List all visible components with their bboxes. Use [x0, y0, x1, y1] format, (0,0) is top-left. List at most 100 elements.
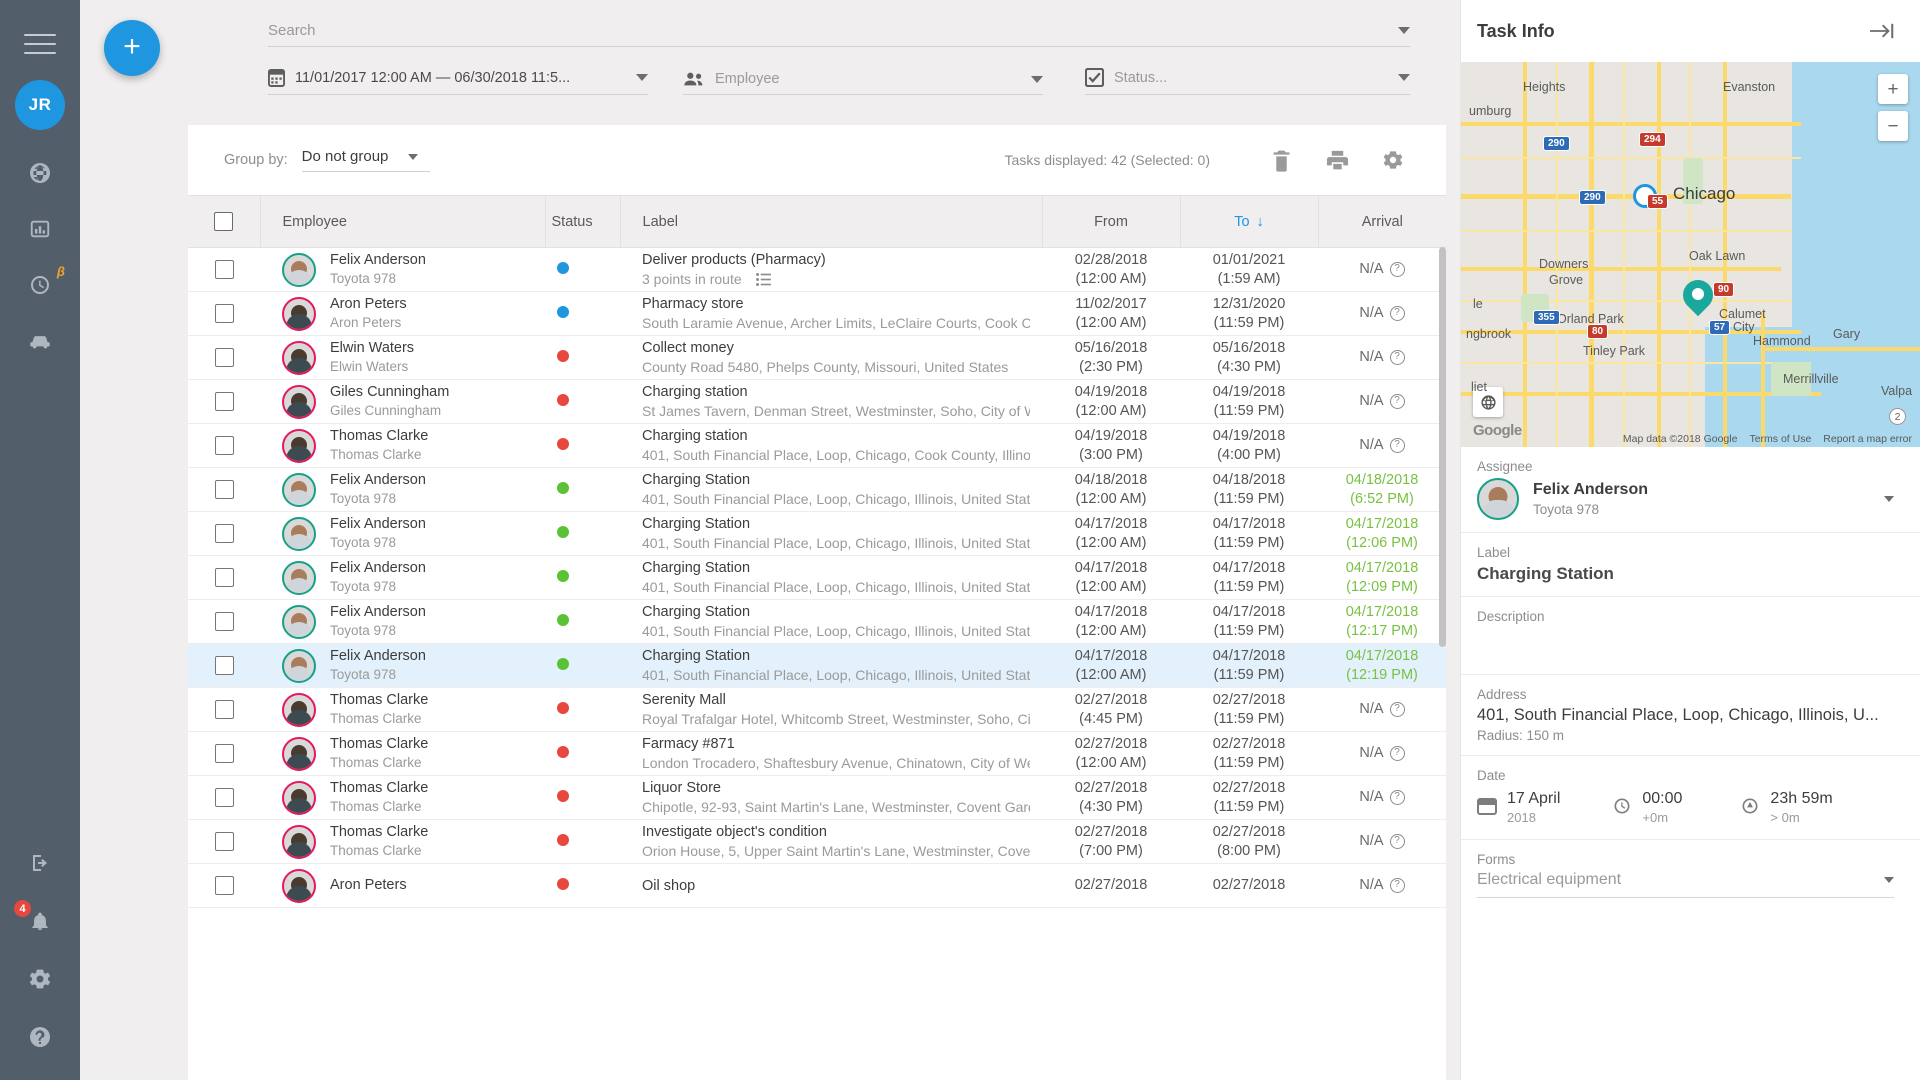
help-icon[interactable]: ? — [1389, 745, 1405, 761]
row-checkbox[interactable] — [214, 568, 234, 587]
help-icon[interactable]: ? — [1389, 833, 1405, 849]
add-task-button[interactable]: + — [104, 20, 160, 76]
row-checkbox[interactable] — [214, 832, 234, 851]
help-icon[interactable]: ? — [1389, 349, 1405, 365]
chevron-down-icon[interactable] — [1031, 75, 1043, 83]
help-icon[interactable]: ? — [1389, 393, 1405, 409]
column-header-arrival[interactable]: Arrival — [1318, 195, 1446, 248]
employee-filter[interactable]: Employee — [683, 71, 1043, 95]
table-row[interactable]: Thomas Clarke Thomas Clarke Liquor Store Ch… — [188, 775, 1446, 820]
row-checkbox[interactable] — [214, 348, 234, 367]
row-checkbox[interactable] — [214, 392, 234, 411]
table-row[interactable]: Felix Anderson Toyota 978 Charging Station… — [188, 599, 1446, 644]
table-row[interactable]: Felix Anderson Toyota 978 Deliver products… — [188, 247, 1446, 292]
table-row[interactable]: Elwin Waters Elwin Waters Collect money Cou… — [188, 335, 1446, 380]
map-zoom-out-button[interactable]: − — [1878, 111, 1908, 141]
table-row[interactable]: Giles Cunningham Giles Cunningham Charging… — [188, 379, 1446, 424]
table-row[interactable]: Aron Peters Aron Peters Pharmacy store Sout… — [188, 291, 1446, 336]
avatar[interactable]: JR — [15, 80, 65, 130]
scrollbar-thumb[interactable] — [1439, 247, 1446, 647]
row-checkbox[interactable] — [214, 612, 234, 631]
to-cell: 12/31/2020 (11:59 PM) — [1180, 291, 1318, 336]
task-map[interactable]: + − Google 2 Map data ©2018 Google Terms… — [1461, 62, 1920, 447]
search-field[interactable] — [268, 22, 1410, 47]
row-checkbox[interactable] — [214, 876, 234, 895]
bell-icon[interactable]: 4 — [14, 900, 57, 938]
column-header-status[interactable]: Status — [545, 195, 621, 248]
table-scrollbar[interactable] — [1439, 247, 1446, 1080]
route-points-icon[interactable] — [755, 273, 771, 286]
gear-icon[interactable] — [23, 962, 57, 996]
table-row[interactable]: Felix Anderson Toyota 978 Charging Station… — [188, 643, 1446, 688]
description-field[interactable]: Description — [1461, 597, 1920, 675]
help-icon[interactable]: ? — [1389, 701, 1405, 717]
chevron-down-icon[interactable] — [1884, 496, 1894, 502]
label-field[interactable]: Label Charging Station — [1461, 533, 1920, 597]
column-header-employee[interactable]: Employee — [260, 195, 546, 248]
date-day: 17 April — [1507, 790, 1561, 807]
collapse-right-icon[interactable] — [1870, 22, 1894, 40]
map-road — [1461, 122, 1801, 126]
help-icon[interactable]: ? — [1389, 261, 1405, 277]
help-icon[interactable]: ? — [1389, 789, 1405, 805]
search-input[interactable] — [268, 22, 1398, 39]
row-checkbox[interactable] — [214, 436, 234, 455]
table-row[interactable]: Felix Anderson Toyota 978 Charging Station… — [188, 511, 1446, 556]
table-row[interactable]: Thomas Clarke Thomas Clarke Investigate ob… — [188, 819, 1446, 864]
date-range-filter[interactable]: 11/01/2017 12:00 AM — 06/30/2018 11:5... — [268, 68, 648, 95]
row-checkbox[interactable] — [214, 656, 234, 675]
forms-field[interactable]: Forms Electrical equipment — [1461, 840, 1920, 910]
date-field[interactable]: Date 17 April 2018 00:00 +0m 23h 59m > 0… — [1461, 756, 1920, 840]
print-button[interactable] — [1320, 143, 1354, 177]
table-row[interactable]: Felix Anderson Toyota 978 Charging Station… — [188, 555, 1446, 600]
table-row[interactable]: Aron Peters Oil shop 02/27/2018 02/27/2018 N… — [188, 863, 1446, 908]
globe-icon[interactable] — [23, 156, 57, 190]
help-icon[interactable]: ? — [1389, 305, 1405, 321]
table-row[interactable]: Thomas Clarke Thomas Clarke Charging stati… — [188, 423, 1446, 468]
row-checkbox[interactable] — [214, 480, 234, 499]
address-radius: Radius: 150 m — [1477, 728, 1565, 743]
map-report-link[interactable]: Report a map error — [1823, 433, 1912, 445]
map-info-badge[interactable]: 2 — [1889, 408, 1906, 425]
help-icon[interactable] — [23, 1020, 57, 1054]
column-header-label[interactable]: Label — [620, 195, 1043, 248]
chevron-down-icon[interactable] — [1398, 74, 1410, 81]
row-checkbox[interactable] — [214, 304, 234, 323]
car-icon[interactable] — [23, 324, 57, 358]
logout-icon[interactable] — [23, 846, 57, 880]
task-info-panel: Task Info + − Google 2 Map data ©2018 Go… — [1460, 0, 1920, 1080]
chevron-down-icon[interactable] — [636, 74, 648, 81]
select-all-checkbox[interactable] — [214, 212, 234, 231]
status-filter[interactable]: Status... — [1085, 68, 1410, 95]
table-row[interactable]: Thomas Clarke Thomas Clarke Farmacy #871 Lo… — [188, 731, 1446, 776]
column-header-from[interactable]: From — [1042, 195, 1181, 248]
table-row[interactable]: Felix Anderson Toyota 978 Charging Station… — [188, 467, 1446, 512]
forms-select[interactable]: Electrical equipment — [1477, 871, 1894, 898]
task-sublabel: 401, South Financial Place, Loop, Chicag… — [642, 446, 1030, 463]
table-settings-button[interactable] — [1376, 143, 1410, 177]
chevron-down-icon[interactable] — [1398, 27, 1410, 34]
table-row[interactable]: Thomas Clarke Thomas Clarke Serenity Mall R… — [188, 687, 1446, 732]
hamburger-icon[interactable] — [24, 34, 56, 54]
assignee-field[interactable]: Assignee Felix Anderson Toyota 978 — [1461, 447, 1920, 533]
clock-icon[interactable]: β — [23, 264, 65, 302]
time-offset: +0m — [1642, 809, 1669, 825]
row-checkbox[interactable] — [214, 700, 234, 719]
map-zoom-in-button[interactable]: + — [1878, 74, 1908, 104]
row-select-cell — [188, 423, 260, 468]
help-icon[interactable]: ? — [1389, 877, 1405, 893]
group-by-select[interactable]: Do not group — [301, 148, 430, 172]
map-terms-link[interactable]: Terms of Use — [1749, 433, 1811, 445]
map-task-pin[interactable] — [1676, 273, 1720, 320]
help-icon[interactable]: ? — [1389, 437, 1405, 453]
row-checkbox[interactable] — [214, 260, 234, 279]
address-field[interactable]: Address 401, South Financial Place, Loop… — [1461, 675, 1920, 756]
delete-button[interactable] — [1264, 143, 1298, 177]
row-checkbox[interactable] — [214, 788, 234, 807]
column-header-to[interactable]: To ↓ — [1180, 195, 1319, 248]
row-checkbox[interactable] — [214, 744, 234, 763]
map-data-credit: Map data ©2018 Google — [1622, 433, 1738, 445]
employee-name: Felix Anderson — [330, 559, 426, 576]
row-checkbox[interactable] — [214, 524, 234, 543]
chart-icon[interactable] — [23, 212, 57, 246]
